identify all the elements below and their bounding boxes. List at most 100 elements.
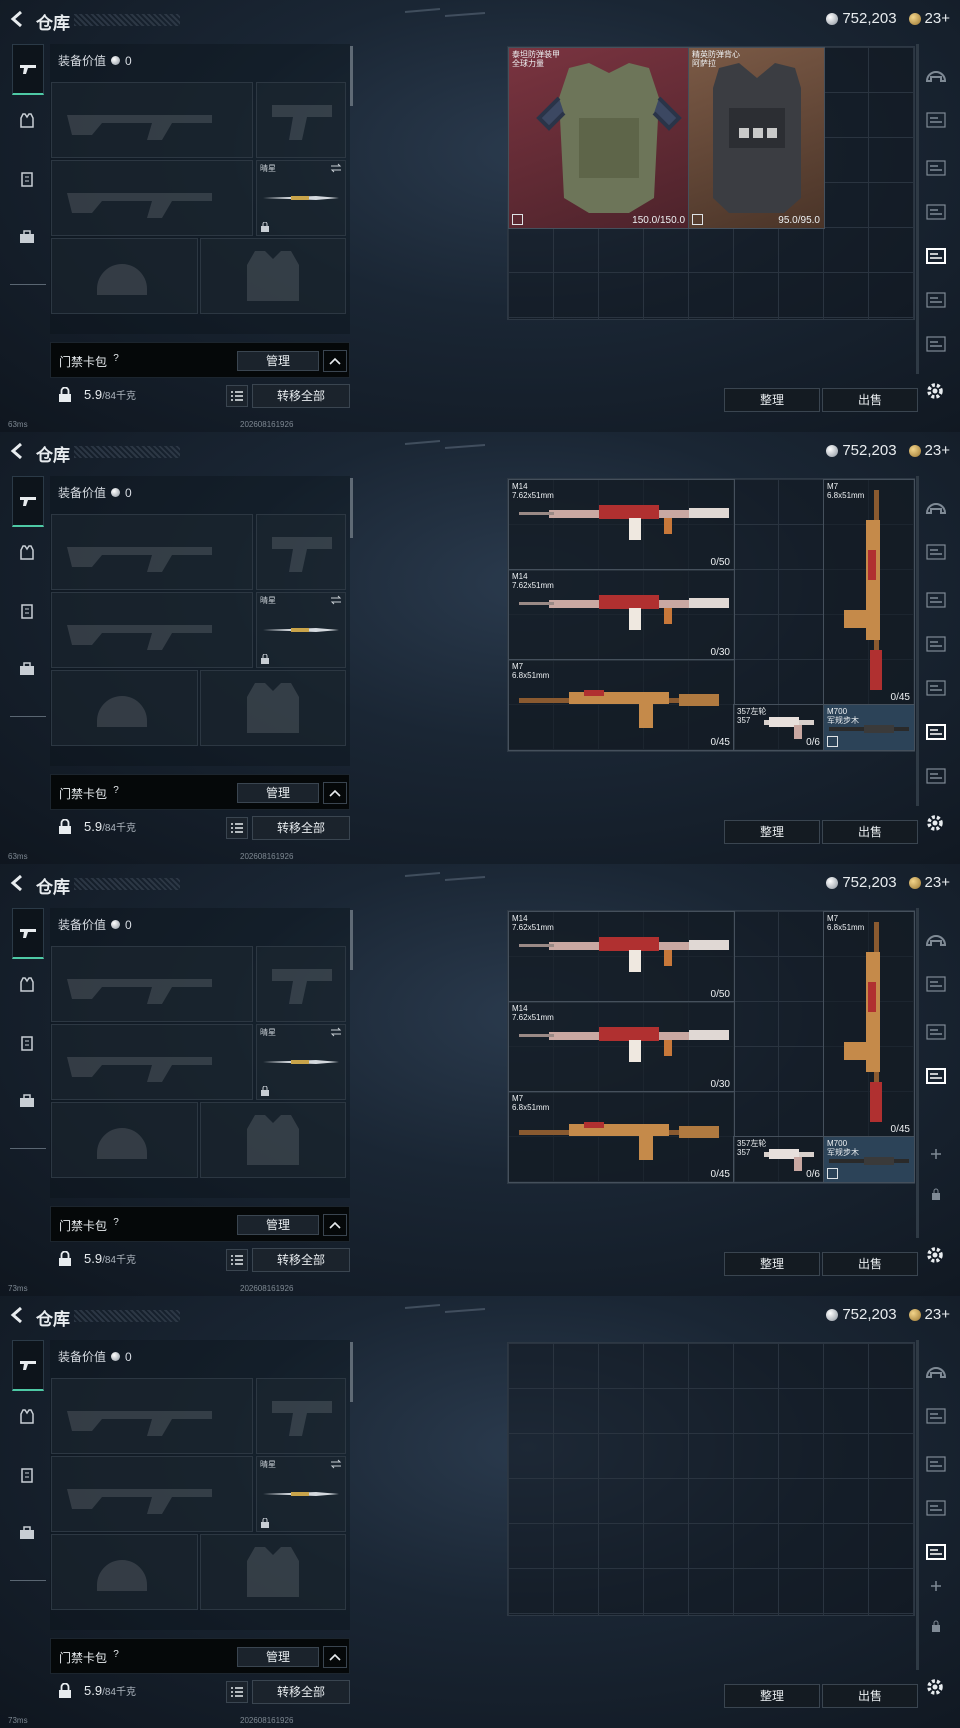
stash-tab-1-icon[interactable]: [924, 110, 948, 130]
stash-tab-4-icon[interactable]: [924, 1542, 948, 1562]
nav-backpack[interactable]: [12, 222, 42, 252]
nav-armor[interactable]: [12, 970, 42, 1000]
loadout-scrollbar[interactable]: [350, 910, 353, 970]
settings-button[interactable]: [924, 1676, 946, 1698]
nav-weapons[interactable]: [12, 476, 44, 527]
stash-item[interactable]: 精英防弹背心 阿萨拉 95.0/95.0: [688, 47, 825, 229]
sell-button[interactable]: 出售: [822, 1252, 918, 1276]
stash-tab-3-icon[interactable]: [924, 202, 948, 222]
melee-slot[interactable]: 晴星: [256, 592, 346, 668]
stash-tab-3-icon[interactable]: [924, 1066, 948, 1086]
help-icon[interactable]: ?: [109, 352, 123, 366]
list-button[interactable]: [226, 817, 248, 839]
armor-slot[interactable]: [200, 1534, 346, 1610]
settings-button[interactable]: [924, 380, 946, 402]
stash-tab-1-icon[interactable]: [924, 1406, 948, 1426]
loadout-scrollbar[interactable]: [350, 478, 353, 538]
primary-weapon-slot[interactable]: [51, 946, 253, 1022]
gold-amount[interactable]: 23+: [925, 1306, 950, 1323]
stash-item[interactable]: M7 6.8x51mm 0/45: [823, 479, 915, 706]
loadout-scrollbar[interactable]: [350, 46, 353, 106]
pistol-slot[interactable]: [256, 514, 346, 590]
armor-slot[interactable]: [200, 238, 346, 314]
stash-tab-2-icon[interactable]: [924, 158, 948, 178]
nav-weapons[interactable]: [12, 1340, 44, 1391]
sort-button[interactable]: 整理: [724, 1252, 820, 1276]
secondary-weapon-slot[interactable]: [51, 1456, 253, 1532]
expand-icon[interactable]: [692, 214, 703, 225]
nav-armor[interactable]: [12, 1402, 42, 1432]
stash-tab-3-icon[interactable]: [924, 634, 948, 654]
help-icon[interactable]: ?: [109, 784, 123, 798]
expand-icon[interactable]: [512, 214, 523, 225]
stash-item[interactable]: M7 6.8x51mm 0/45: [508, 1091, 735, 1183]
stash-tab-3-icon[interactable]: [924, 1498, 948, 1518]
stash-item[interactable]: M14 7.62x51mm 0/30: [508, 569, 735, 661]
nav-armor[interactable]: [12, 538, 42, 568]
stash-tab-1-icon[interactable]: [924, 974, 948, 994]
pistol-slot[interactable]: [256, 1378, 346, 1454]
collapse-button[interactable]: [323, 1214, 347, 1236]
stash-tab-2-icon[interactable]: [924, 1022, 948, 1042]
stash-item[interactable]: 泰坦防弹装甲 全球力量 150.0/150.0: [508, 47, 690, 229]
nav-armor[interactable]: [12, 106, 42, 136]
expand-icon[interactable]: [827, 1168, 838, 1179]
help-icon[interactable]: ?: [109, 1648, 123, 1662]
sell-button[interactable]: 出售: [822, 388, 918, 412]
manage-button[interactable]: 管理: [237, 1647, 319, 1667]
helmet-slot[interactable]: [51, 238, 198, 314]
transfer-all-button[interactable]: 转移全部: [252, 1680, 350, 1704]
helmet-tab-icon[interactable]: [924, 1360, 948, 1380]
primary-weapon-slot[interactable]: [51, 1378, 253, 1454]
melee-slot[interactable]: 晴星: [256, 1456, 346, 1532]
nav-chest-rig[interactable]: [12, 1460, 42, 1490]
list-button[interactable]: [226, 1681, 248, 1703]
helmet-tab-icon[interactable]: [924, 928, 948, 948]
stash-item[interactable]: 357左轮 357 0/6: [733, 1136, 825, 1183]
manage-button[interactable]: 管理: [237, 351, 319, 371]
lock-icon[interactable]: [924, 1616, 948, 1636]
stash-grid[interactable]: 泰坦防弹装甲 全球力量 150.0/150.0 精英防弹背心 阿萨拉 95.0/95.…: [507, 46, 915, 320]
plus-icon[interactable]: [924, 1576, 948, 1596]
stash-item[interactable]: M7 6.8x51mm 0/45: [508, 659, 735, 751]
helmet-tab-icon[interactable]: [924, 64, 948, 84]
sort-button[interactable]: 整理: [724, 820, 820, 844]
manage-button[interactable]: 管理: [237, 1215, 319, 1235]
stash-item[interactable]: M7 6.8x51mm 0/45: [823, 911, 915, 1138]
nav-chest-rig[interactable]: [12, 596, 42, 626]
list-button[interactable]: [226, 385, 248, 407]
stash-item[interactable]: M700 军规步木: [823, 1136, 915, 1183]
stash-tab-2-icon[interactable]: [924, 1454, 948, 1474]
secondary-weapon-slot[interactable]: [51, 592, 253, 668]
transfer-all-button[interactable]: 转移全部: [252, 384, 350, 408]
stash-tab-6-icon[interactable]: [924, 334, 948, 354]
nav-weapons[interactable]: [12, 908, 44, 959]
sort-button[interactable]: 整理: [724, 388, 820, 412]
stash-tab-5-icon[interactable]: [924, 722, 948, 742]
list-button[interactable]: [226, 1249, 248, 1271]
pistol-slot[interactable]: [256, 82, 346, 158]
expand-icon[interactable]: [827, 736, 838, 747]
collapse-button[interactable]: [323, 1646, 347, 1668]
gold-amount[interactable]: 23+: [925, 442, 950, 459]
melee-slot[interactable]: 晴星: [256, 1024, 346, 1100]
armor-slot[interactable]: [200, 670, 346, 746]
nav-chest-rig[interactable]: [12, 1028, 42, 1058]
helmet-slot[interactable]: [51, 670, 198, 746]
transfer-all-button[interactable]: 转移全部: [252, 1248, 350, 1272]
stash-tab-6-icon[interactable]: [924, 766, 948, 786]
stash-tab-4-icon[interactable]: [924, 246, 948, 266]
helmet-slot[interactable]: [51, 1102, 198, 1178]
pistol-slot[interactable]: [256, 946, 346, 1022]
collapse-button[interactable]: [323, 782, 347, 804]
nav-weapons[interactable]: [12, 44, 44, 95]
gold-amount[interactable]: 23+: [925, 10, 950, 27]
secondary-weapon-slot[interactable]: [51, 1024, 253, 1100]
stash-item[interactable]: 357左轮 357 0/6: [733, 704, 825, 751]
sell-button[interactable]: 出售: [822, 820, 918, 844]
primary-weapon-slot[interactable]: [51, 514, 253, 590]
help-icon[interactable]: ?: [109, 1216, 123, 1230]
nav-backpack[interactable]: [12, 1086, 42, 1116]
back-button[interactable]: [8, 874, 28, 892]
nav-chest-rig[interactable]: [12, 164, 42, 194]
